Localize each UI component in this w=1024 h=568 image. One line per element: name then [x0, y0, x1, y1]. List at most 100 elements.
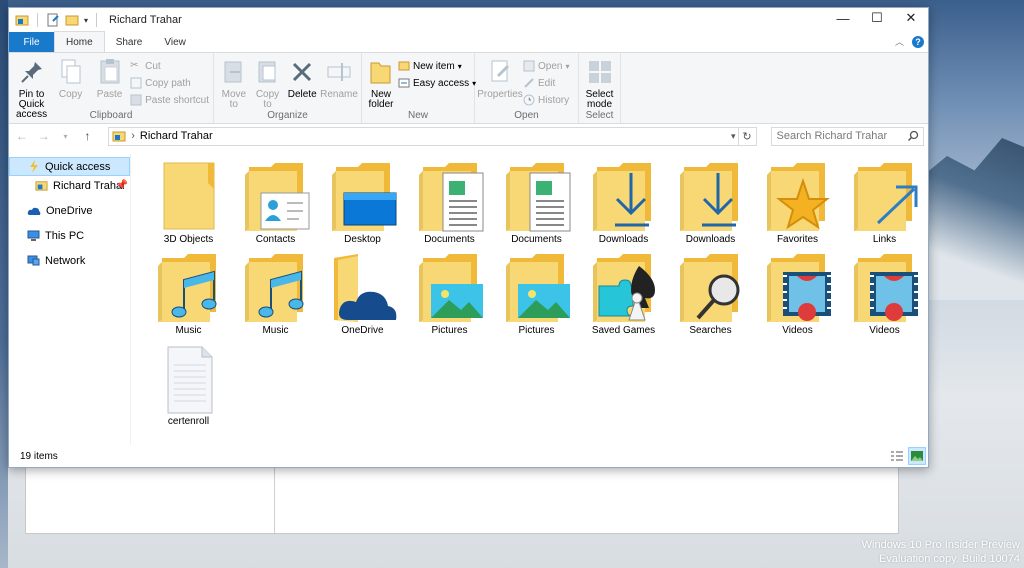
file-item[interactable]: Videos [841, 250, 928, 341]
file-item[interactable]: Downloads [580, 159, 667, 250]
title-bar[interactable]: ▾ Richard Trahar — ☐ ✕ [9, 8, 928, 32]
file-item-label: certenroll [167, 416, 210, 427]
nav-richard-trahar[interactable]: Richard Trahar 📌 [9, 176, 130, 195]
copy-path-button[interactable]: Copy path [130, 76, 209, 90]
file-item[interactable]: Desktop [319, 159, 406, 250]
file-item-label: Videos [869, 325, 900, 336]
open-label: Open [538, 60, 563, 72]
pin-icon [20, 62, 42, 83]
tab-view[interactable]: View [153, 32, 197, 52]
paste-shortcut-button[interactable]: Paste shortcut [130, 93, 209, 107]
file-item[interactable]: Pictures [493, 250, 580, 341]
cut-button[interactable]: ✂ Cut [130, 59, 209, 73]
close-button[interactable]: ✕ [894, 8, 928, 28]
rename-label: Rename [320, 89, 358, 100]
easy-access-label: Easy access [413, 77, 470, 89]
nav-onedrive[interactable]: OneDrive [9, 201, 130, 220]
search-input[interactable]: Search Richard Trahar [770, 126, 924, 146]
file-item[interactable]: Downloads [667, 159, 754, 250]
main-body: Quick access Richard Trahar 📌 OneDrive T… [9, 154, 928, 445]
address-bar[interactable]: › Richard Trahar ▾ ↻ [108, 126, 757, 146]
file-item[interactable]: Documents [493, 159, 580, 250]
scissors-icon: ✂ [130, 60, 139, 71]
paste-shortcut-icon [130, 94, 142, 106]
file-item[interactable]: Documents [406, 159, 493, 250]
open-button[interactable]: Open ▾ [523, 59, 569, 73]
file-item[interactable]: Favorites [754, 159, 841, 250]
move-to-label: Move to [221, 89, 247, 110]
downloads-folder-icon [676, 159, 746, 233]
qat-dropdown-icon[interactable]: ▾ [84, 16, 88, 25]
file-item[interactable]: Links [841, 159, 928, 250]
contacts-folder-icon [241, 159, 311, 233]
file-item[interactable]: certenroll [145, 341, 232, 432]
cut-label: Cut [145, 60, 161, 72]
user-folder-icon [112, 131, 126, 142]
history-icon [523, 94, 535, 106]
recent-locations-icon[interactable]: ▾ [57, 132, 75, 141]
history-button[interactable]: History [523, 93, 569, 107]
onedrive-folder-icon [328, 250, 398, 324]
tab-share[interactable]: Share [105, 32, 154, 52]
tab-home[interactable]: Home [54, 31, 105, 52]
pictures-folder-icon [502, 250, 572, 324]
favorites-folder-icon [763, 159, 833, 233]
back-button[interactable]: ← [13, 129, 31, 143]
file-view: 3D Objects Contacts Desktop Documents Docume… [131, 154, 928, 445]
easy-access-button[interactable]: Easy access ▾ [398, 76, 476, 90]
navigation-pane: Quick access Richard Trahar 📌 OneDrive T… [9, 154, 131, 445]
new-folder-qat-icon[interactable] [65, 13, 79, 27]
refresh-button[interactable]: ↻ [737, 127, 756, 145]
nav-this-pc-label: This PC [45, 229, 85, 242]
nav-onedrive-label: OneDrive [46, 204, 93, 217]
nav-quick-access[interactable]: Quick access [9, 157, 130, 176]
address-dropdown-icon[interactable]: ▾ [731, 131, 736, 142]
tab-file[interactable]: File [9, 32, 54, 52]
network-icon [27, 255, 40, 265]
searches-folder-icon [676, 250, 746, 324]
search-icon[interactable] [907, 130, 919, 142]
properties-qat-icon[interactable] [46, 13, 60, 27]
clipboard-group-label: Clipboard [89, 110, 133, 121]
delete-icon [293, 62, 312, 82]
breadcrumb-path[interactable]: Richard Trahar [140, 130, 213, 142]
file-item-label: Documents [424, 234, 475, 245]
edit-button[interactable]: Edit [523, 76, 569, 90]
file-item[interactable]: Saved Games [580, 250, 667, 341]
up-button[interactable]: ↑ [78, 129, 96, 143]
file-item[interactable]: 3D Objects [145, 159, 232, 250]
easy-access-icon [398, 78, 410, 88]
new-folder-label: New folder [368, 89, 394, 110]
organize-group-label: Organize [267, 110, 308, 121]
help-icon[interactable]: ? [912, 35, 924, 48]
file-item[interactable]: Music [232, 250, 319, 341]
collapse-ribbon-icon[interactable]: ︿ [895, 35, 904, 48]
file-item[interactable]: Music [145, 250, 232, 341]
nav-this-pc[interactable]: This PC [9, 226, 130, 245]
file-item-label: Saved Games [591, 325, 656, 336]
minimize-button[interactable]: — [826, 8, 860, 28]
new-item-button[interactable]: New item ▾ [398, 59, 476, 73]
explorer-app-icon[interactable] [15, 13, 29, 27]
user-folder-icon [35, 181, 48, 191]
edit-icon [524, 78, 534, 88]
file-item[interactable]: Searches [667, 250, 754, 341]
nav-network[interactable]: Network [9, 251, 130, 270]
file-item[interactable]: Videos [754, 250, 841, 341]
pin-icon[interactable]: 📌 [116, 180, 128, 191]
details-view-button[interactable] [888, 447, 906, 465]
file-item-label: Contacts [255, 234, 296, 245]
file-item[interactable]: Contacts [232, 159, 319, 250]
search-placeholder: Search Richard Trahar [776, 130, 888, 142]
file-item[interactable]: Pictures [406, 250, 493, 341]
large-icons-view-button[interactable] [908, 447, 926, 465]
rename-icon [327, 63, 351, 81]
forward-button[interactable]: → [35, 129, 53, 143]
history-label: History [538, 94, 570, 106]
status-bar: 19 items [9, 445, 928, 467]
new-folder-icon [370, 62, 391, 84]
file-item[interactable]: OneDrive [319, 250, 406, 341]
open-group-label: Open [514, 110, 539, 121]
file-item-label: Downloads [685, 234, 736, 245]
maximize-button[interactable]: ☐ [860, 8, 894, 28]
